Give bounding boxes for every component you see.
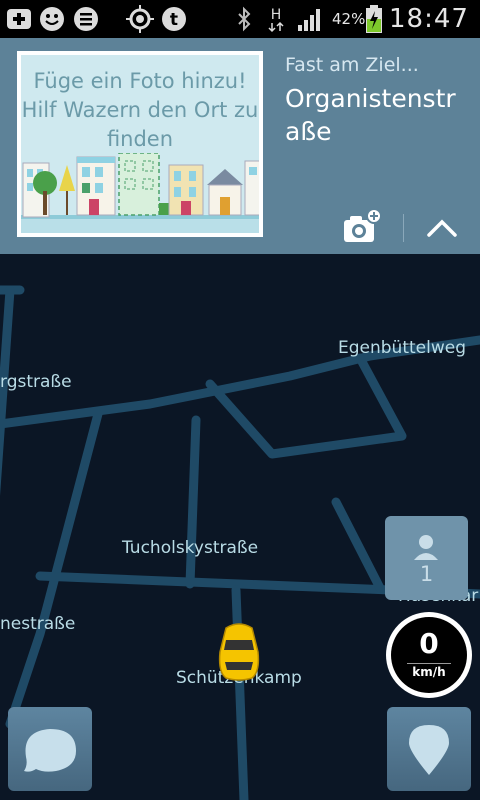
plus-icon: [7, 9, 31, 29]
tumblr-icon: t: [162, 7, 186, 31]
divider: [403, 214, 404, 242]
svg-text:t: t: [170, 10, 178, 30]
street-label-rgstrasse: rgstraße: [0, 372, 72, 392]
car-icon: [218, 623, 260, 681]
street-label-tucholskystrasse: Tucholskystraße: [122, 538, 259, 558]
speedometer: 0 km/h: [386, 612, 472, 698]
add-photo-illustration: Füge ein Foto hinzu! Hilf Wazern den Ort…: [21, 55, 259, 233]
network-h-icon: H: [268, 7, 284, 33]
status-bar: t H 42% 18:47: [0, 0, 480, 38]
chevron-up-icon[interactable]: [420, 210, 464, 246]
street-label-nestrasse: nestraße: [0, 614, 76, 634]
gps-icon: [126, 5, 154, 33]
nearby-users-count: 1: [419, 562, 434, 586]
destination-prefix: Fast am Ziel...: [285, 54, 419, 76]
speed-value: 0: [419, 627, 439, 660]
destination-panel: Füge ein Foto hinzu! Hilf Wazern den Ort…: [0, 38, 480, 254]
person-icon: [414, 535, 438, 560]
nearby-users-button[interactable]: 1: [385, 516, 468, 600]
waze-menu-icon: [24, 729, 76, 772]
waze-icon: [40, 7, 64, 31]
destination-name: Organistenstraße: [285, 84, 456, 146]
signal-icon: [298, 9, 320, 31]
street-illustration: [21, 153, 259, 233]
add-photo-prompt: Füge ein Foto hinzu! Hilf Wazern den Ort…: [21, 69, 259, 151]
report-button[interactable]: [387, 707, 471, 791]
list-icon: [74, 7, 98, 31]
svg-text:H: H: [271, 7, 282, 23]
bluetooth-icon: [238, 6, 251, 32]
main-menu-button[interactable]: [8, 707, 92, 791]
speed-unit: km/h: [412, 665, 446, 679]
street-label-egenbuettelweg: Egenbüttelweg: [338, 338, 466, 358]
map-pin-icon: [409, 725, 449, 775]
clock: 18:47: [389, 4, 469, 34]
battery-charging-icon: [366, 5, 382, 33]
add-photo-card[interactable]: Füge ein Foto hinzu! Hilf Wazern den Ort…: [17, 51, 263, 237]
battery-percent: 42%: [332, 10, 366, 28]
camera-add-icon[interactable]: [340, 206, 384, 246]
